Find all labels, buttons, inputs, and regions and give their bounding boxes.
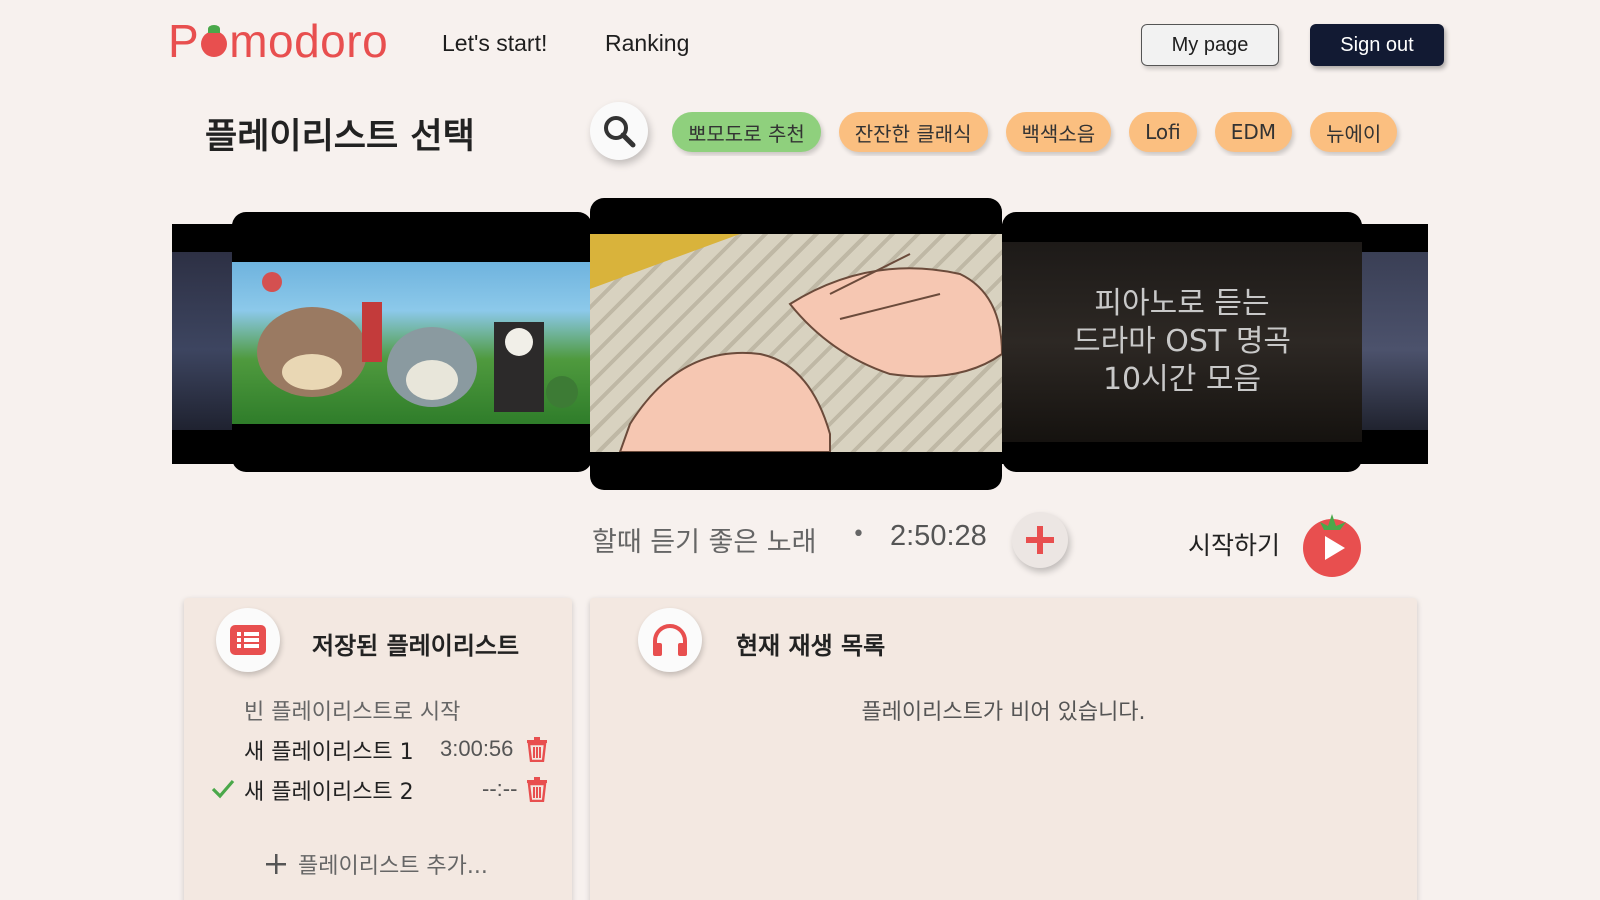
search-button[interactable] (590, 102, 648, 160)
my-page-button[interactable]: My page (1141, 24, 1279, 66)
add-playlist-label: 플레이리스트 추가... (298, 854, 488, 879)
headphones-icon (653, 624, 687, 656)
sign-out-button[interactable]: Sign out (1310, 24, 1444, 66)
saved-playlist-item-1[interactable]: 새 플레이리스트 1 (244, 734, 414, 766)
nav-lets-start[interactable]: Let's start! (442, 30, 547, 57)
saved-panel-icon-badge (216, 608, 280, 672)
saved-playlist-item-2[interactable]: 새 플레이리스트 2 (244, 774, 414, 806)
thumbnail-caption-line-2: 드라마 OST 명곡 (1072, 324, 1292, 359)
tomato-logo-icon (201, 25, 228, 57)
keyboard-hands-illustration (590, 234, 1002, 453)
add-to-playlist-button[interactable] (1012, 512, 1068, 568)
saved-playlists-panel: 저장된 플레이리스트 빈 플레이리스트로 시작 새 플레이리스트 1 3:00:… (184, 598, 572, 900)
saved-playlist-item-2-duration: --:-- (482, 776, 518, 801)
queue-empty-message: 플레이리스트가 비어 있습니다. (861, 700, 1146, 725)
chip-calm-classic[interactable]: 잔잔한 클래식 (838, 112, 988, 152)
carousel-card-right[interactable]: 피아노로 듣는 드라마 OST 명곡 10시간 모음 (1002, 212, 1362, 472)
list-icon (230, 625, 266, 655)
current-queue-panel: 현재 재생 목록 플레이리스트가 비어 있습니다. (590, 598, 1417, 900)
category-chips: 뽀모도로 추천 잔잔한 클래식 백색소음 Lofi EDM 뉴에이 (672, 112, 1438, 156)
chip-edm[interactable]: EDM (1214, 112, 1293, 152)
keyboard-thumbnail (590, 234, 1002, 453)
chip-white-noise[interactable]: 백색소음 (1005, 112, 1112, 152)
nav-ranking[interactable]: Ranking (605, 30, 689, 57)
carousel-edge-thumbnail-left[interactable] (172, 252, 232, 430)
saved-playlist-item-1-duration: 3:00:56 (440, 736, 514, 761)
ghibli-illustration (257, 272, 578, 412)
logo-text-prefix: P (168, 15, 200, 67)
logo[interactable]: P modoro (168, 14, 388, 68)
queue-panel-title: 현재 재생 목록 (736, 632, 886, 660)
delete-playlist-1-trash-icon[interactable] (524, 736, 550, 762)
saved-panel-title: 저장된 플레이리스트 (312, 632, 520, 660)
tomato-play-icon (1303, 514, 1361, 577)
ghibli-thumbnail (232, 262, 592, 424)
delete-playlist-2-trash-icon[interactable] (524, 776, 550, 802)
selected-playlist-duration: 2:50:28 (890, 520, 987, 552)
start-label: 시작하기 (1188, 531, 1281, 560)
title-separator: • (852, 522, 865, 547)
plus-icon (266, 854, 286, 874)
plus-icon (1026, 526, 1054, 554)
piano-ost-thumbnail: 피아노로 듣는 드라마 OST 명곡 10시간 모음 (1002, 242, 1362, 442)
selected-playlist-title: 할때 듣기 좋은 노래 (592, 527, 817, 558)
chip-new-age[interactable]: 뉴에이 (1310, 112, 1398, 152)
start-play-button[interactable] (1298, 510, 1366, 578)
chip-pomodoro-recommend[interactable]: 뽀모도로 추천 (672, 112, 821, 152)
logo-text-suffix: modoro (229, 15, 389, 67)
carousel-card-center[interactable] (590, 198, 1002, 490)
add-playlist-button[interactable]: 플레이리스트 추가... (266, 848, 488, 880)
start-empty-playlist-option[interactable]: 빈 플레이리스트로 시작 (244, 694, 460, 726)
search-icon (604, 116, 636, 148)
thumbnail-caption-line-1: 피아노로 듣는 (1094, 286, 1270, 321)
carousel-edge-thumbnail-right[interactable] (1358, 252, 1428, 430)
playlist-select-title: 플레이리스트 선택 (205, 117, 475, 157)
playlist-carousel[interactable]: 피아노로 듣는 드라마 OST 명곡 10시간 모음 (172, 198, 1428, 490)
selected-checkmark-icon (211, 779, 235, 799)
carousel-card-left[interactable] (232, 212, 592, 472)
chip-lofi[interactable]: Lofi (1129, 112, 1197, 152)
queue-panel-icon-badge (638, 608, 702, 672)
thumbnail-caption-line-3: 10시간 모음 (1102, 362, 1262, 397)
